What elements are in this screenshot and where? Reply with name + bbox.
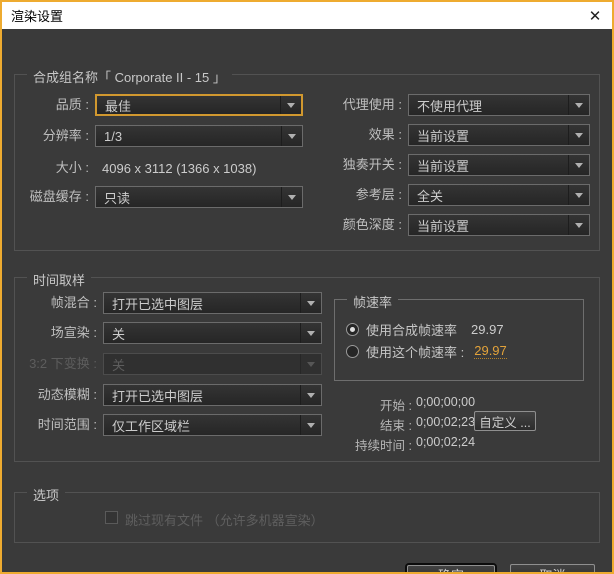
skip-existing-checkbox <box>105 511 118 524</box>
color-depth-value: 当前设置 <box>417 218 470 234</box>
chevron-down-icon <box>281 126 302 146</box>
frame-blending-value: 打开已选中图层 <box>112 296 204 312</box>
frame-blending-dropdown[interactable]: 打开已选中图层 <box>103 292 322 314</box>
disk-cache-value: 只读 <box>104 190 131 206</box>
dialog-title: 渲染设置 <box>11 9 64 24</box>
start-label: 开始 : <box>380 399 412 413</box>
use-comp-frame-rate-label: 使用合成帧速率 <box>366 322 458 338</box>
quality-value: 最佳 <box>105 98 132 114</box>
motion-blur-dropdown[interactable]: 打开已选中图层 <box>103 384 322 406</box>
quality-label: 品质 : <box>55 97 89 112</box>
chevron-down-icon <box>300 385 321 405</box>
guide-layers-dropdown[interactable]: 全关 <box>408 184 590 206</box>
end-label: 结束 : <box>380 419 412 433</box>
pulldown-dropdown: 关 <box>103 353 322 375</box>
cancel-button[interactable]: 取消 <box>510 564 595 572</box>
color-depth-dropdown[interactable]: 当前设置 <box>408 214 590 236</box>
solo-switches-dropdown[interactable]: 当前设置 <box>408 154 590 176</box>
radio-unselected-icon <box>346 344 359 358</box>
guide-layers-value: 全关 <box>417 188 444 204</box>
effects-value: 当前设置 <box>417 128 470 144</box>
color-depth-label: 颜色深度 : <box>342 217 402 232</box>
start-time-row: 开始 : <box>332 395 412 413</box>
motion-blur-value: 打开已选中图层 <box>112 388 204 404</box>
chevron-down-icon <box>568 125 589 145</box>
chevron-down-icon <box>300 323 321 343</box>
field-render-value: 关 <box>112 326 126 342</box>
close-icon[interactable]: ✕ <box>584 5 606 26</box>
use-this-frame-rate-value[interactable]: 29.97 <box>474 343 507 359</box>
quality-dropdown[interactable]: 最佳 <box>95 94 303 116</box>
frame-rate-group-box: 帧速率 <box>334 292 584 381</box>
solo-switches-label: 独奏开关 : <box>342 157 402 172</box>
frame-blending-label: 帧混合 : <box>50 295 97 310</box>
duration-value: 0;00;02;24 <box>416 435 476 449</box>
duration-label: 持续时间 : <box>355 439 412 453</box>
use-this-frame-rate-radio[interactable]: 使用这个帧速率 : 29.97 <box>346 343 507 360</box>
chevron-down-icon <box>300 415 321 435</box>
field-render-label: 场宣染 : <box>50 325 97 340</box>
solo-switches-value: 当前设置 <box>417 158 470 174</box>
use-comp-frame-rate-value: 29.97 <box>471 321 504 337</box>
dialog-body: 合成组名称「 Corporate II - 15 」 品质 : 最佳 分辨率 :… <box>2 29 612 572</box>
disk-cache-dropdown[interactable]: 只读 <box>95 186 303 208</box>
time-span-dropdown[interactable]: 仅工作区域栏 <box>103 414 322 436</box>
title-bar: 渲染设置 <box>2 2 612 29</box>
end-value: 0;00;02;23 <box>416 415 476 429</box>
resolution-label: 分辨率 : <box>42 128 89 143</box>
chevron-down-icon <box>280 96 301 114</box>
custom-button[interactable]: 自定义 ... <box>474 411 536 431</box>
options-group-title: 选项 <box>27 485 66 504</box>
skip-existing-label: 跳过现有文件 （允许多机器宣染） <box>125 513 324 528</box>
pulldown-value: 关 <box>112 357 126 373</box>
chevron-down-icon <box>281 187 302 207</box>
motion-blur-label: 动态模糊 : <box>37 387 97 402</box>
field-render-dropdown[interactable]: 关 <box>103 322 322 344</box>
render-settings-dialog: 渲染设置 ✕ 合成组名称「 Corporate II - 15 」 品质 : 最… <box>0 0 614 574</box>
proxy-dropdown[interactable]: 不使用代理 <box>408 94 590 116</box>
chevron-down-icon <box>568 185 589 205</box>
duration-time-row: 持续时间 : <box>332 435 412 453</box>
frame-rate-group-title: 帧速率 <box>347 292 399 311</box>
chevron-down-icon <box>300 293 321 313</box>
end-time-row: 结束 : <box>332 415 412 433</box>
start-value: 0;00;00;00 <box>416 395 476 409</box>
composition-group-title: 合成组名称「 Corporate II - 15 」 <box>27 67 232 86</box>
size-label: 大小 : <box>55 160 89 175</box>
time-sampling-group-title: 时间取样 <box>27 270 92 289</box>
chevron-down-icon <box>568 95 589 115</box>
guide-layers-label: 参考层 : <box>355 187 402 202</box>
pulldown-label: 3:2 下变换 : <box>29 356 97 371</box>
disk-cache-label: 磁盘缓存 : <box>29 189 89 204</box>
time-span-value: 仅工作区域栏 <box>112 418 191 434</box>
proxy-label: 代理使用 : <box>342 97 402 112</box>
effects-dropdown[interactable]: 当前设置 <box>408 124 590 146</box>
resolution-value: 1/3 <box>104 128 123 144</box>
proxy-value: 不使用代理 <box>417 98 483 114</box>
use-this-frame-rate-label: 使用这个帧速率 : <box>366 344 465 360</box>
ok-button[interactable]: 确定 <box>407 565 495 572</box>
chevron-down-icon <box>568 155 589 175</box>
effects-label: 效果 : <box>368 127 402 142</box>
radio-selected-icon <box>346 322 359 336</box>
time-span-label: 时间范围 : <box>37 417 97 432</box>
chevron-down-icon <box>568 215 589 235</box>
chevron-down-icon <box>300 354 321 374</box>
size-value: 4096 x 3112 (1366 x 1038) <box>102 161 257 176</box>
resolution-dropdown[interactable]: 1/3 <box>95 125 303 147</box>
use-comp-frame-rate-radio[interactable]: 使用合成帧速率 29.97 <box>346 321 504 338</box>
